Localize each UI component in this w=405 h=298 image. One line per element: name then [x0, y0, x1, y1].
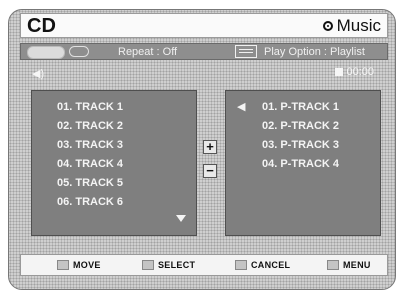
- playlist-panel: ◀ 01. P-TRACK 1 02. P-TRACK 2 03. P-TRAC…: [225, 90, 381, 236]
- repeat-toggle-icon[interactable]: [27, 46, 65, 59]
- scroll-down-icon[interactable]: [176, 215, 186, 222]
- playlist-item[interactable]: 04. P-TRACK 4: [262, 157, 339, 171]
- select-label: SELECT: [158, 260, 196, 270]
- status-bar: Repeat : Off Play Option : Playlist: [20, 43, 388, 60]
- playlist-item[interactable]: 03. P-TRACK 3: [262, 138, 339, 152]
- cancel-key-icon: [235, 260, 247, 270]
- info-bar: ◀) 00:00: [20, 64, 388, 82]
- speaker-icon: ◀): [32, 68, 45, 80]
- remove-from-playlist-button[interactable]: −: [203, 164, 217, 178]
- list-item[interactable]: 01. TRACK 1: [57, 100, 123, 114]
- repeat-mode-icon: [69, 46, 89, 57]
- mode-label: Music: [336, 16, 381, 35]
- select-key-icon: [142, 260, 154, 270]
- list-item[interactable]: 03. TRACK 3: [57, 138, 123, 152]
- play-option-label[interactable]: Play Option : Playlist: [264, 45, 365, 59]
- play-option-icon: [235, 45, 257, 58]
- list-item[interactable]: 05. TRACK 5: [57, 176, 123, 190]
- title-bar: CD Music: [20, 13, 388, 38]
- menu-key-icon: [327, 260, 339, 270]
- speaker-icon: ◀: [237, 101, 246, 113]
- list-item[interactable]: 04. TRACK 4: [57, 157, 123, 171]
- cancel-label: CANCEL: [251, 260, 291, 270]
- playlist-item[interactable]: 01. P-TRACK 1: [262, 100, 339, 114]
- select-button[interactable]: SELECT: [142, 258, 195, 272]
- time-display: 00:00: [335, 66, 374, 78]
- page-title: CD: [27, 15, 56, 37]
- cancel-button[interactable]: CANCEL: [235, 258, 290, 272]
- button-bar: MOVE SELECT CANCEL MENU: [20, 254, 388, 276]
- playlist-item[interactable]: 02. P-TRACK 2: [262, 119, 339, 133]
- disc-icon: [322, 21, 333, 31]
- menu-label: MENU: [343, 260, 371, 270]
- move-key-icon: [57, 260, 69, 270]
- track-list-panel: 01. TRACK 1 02. TRACK 2 03. TRACK 3 04. …: [31, 90, 197, 236]
- add-to-playlist-button[interactable]: +: [203, 140, 217, 154]
- menu-button[interactable]: MENU: [327, 258, 371, 272]
- list-item[interactable]: 02. TRACK 2: [57, 119, 123, 133]
- move-label: MOVE: [73, 260, 101, 270]
- time-icon: [335, 68, 344, 76]
- list-item[interactable]: 06. TRACK 6: [57, 195, 123, 209]
- move-button[interactable]: MOVE: [57, 258, 101, 272]
- mode-indicator: Music: [322, 16, 381, 36]
- repeat-label[interactable]: Repeat : Off: [118, 45, 177, 59]
- time-value: 00:00: [346, 66, 374, 78]
